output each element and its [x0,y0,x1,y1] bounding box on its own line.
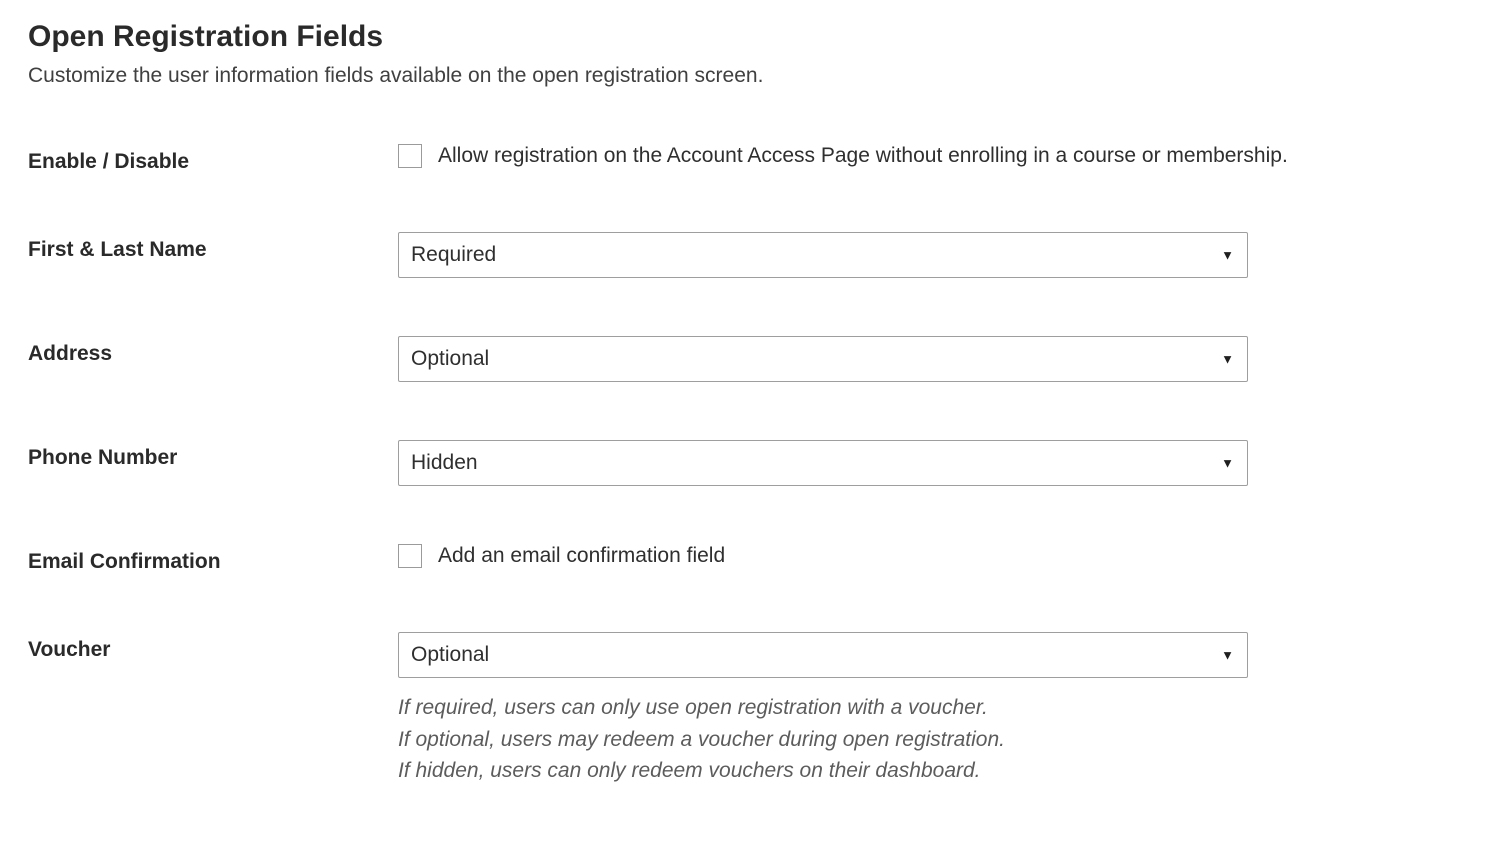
select-address[interactable]: Optional ▼ [398,336,1248,382]
voucher-help-required: If required, users can only use open reg… [398,692,1472,724]
select-value-address: Optional [411,347,489,371]
label-first-last-name: First & Last Name [28,232,398,262]
label-email-confirmation: Email Confirmation [28,544,398,574]
select-value-phone-number: Hidden [411,451,478,475]
checkbox-enable-registration[interactable] [398,144,422,168]
label-voucher: Voucher [28,632,398,662]
row-enable-disable: Enable / Disable Allow registration on t… [28,144,1472,174]
row-phone-number: Phone Number Hidden ▼ [28,440,1472,486]
row-first-last-name: First & Last Name Required ▼ [28,232,1472,278]
checkbox-email-confirmation[interactable] [398,544,422,568]
voucher-help-text: If required, users can only use open reg… [398,692,1472,787]
voucher-help-hidden: If hidden, users can only redeem voucher… [398,755,1472,787]
row-address: Address Optional ▼ [28,336,1472,382]
voucher-help-optional: If optional, users may redeem a voucher … [398,724,1472,756]
select-phone-number[interactable]: Hidden ▼ [398,440,1248,486]
page-description: Customize the user information fields av… [28,64,1472,88]
select-value-voucher: Optional [411,643,489,667]
select-voucher[interactable]: Optional ▼ [398,632,1248,678]
row-voucher: Voucher Optional ▼ If required, users ca… [28,632,1472,787]
select-first-last-name[interactable]: Required ▼ [398,232,1248,278]
select-value-first-last-name: Required [411,243,496,267]
checkbox-label-enable-registration: Allow registration on the Account Access… [438,144,1288,168]
label-enable-disable: Enable / Disable [28,144,398,174]
label-phone-number: Phone Number [28,440,398,470]
label-address: Address [28,336,398,366]
row-email-confirmation: Email Confirmation Add an email confirma… [28,544,1472,574]
page-title: Open Registration Fields [28,20,1472,54]
checkbox-label-email-confirmation: Add an email confirmation field [438,544,725,568]
